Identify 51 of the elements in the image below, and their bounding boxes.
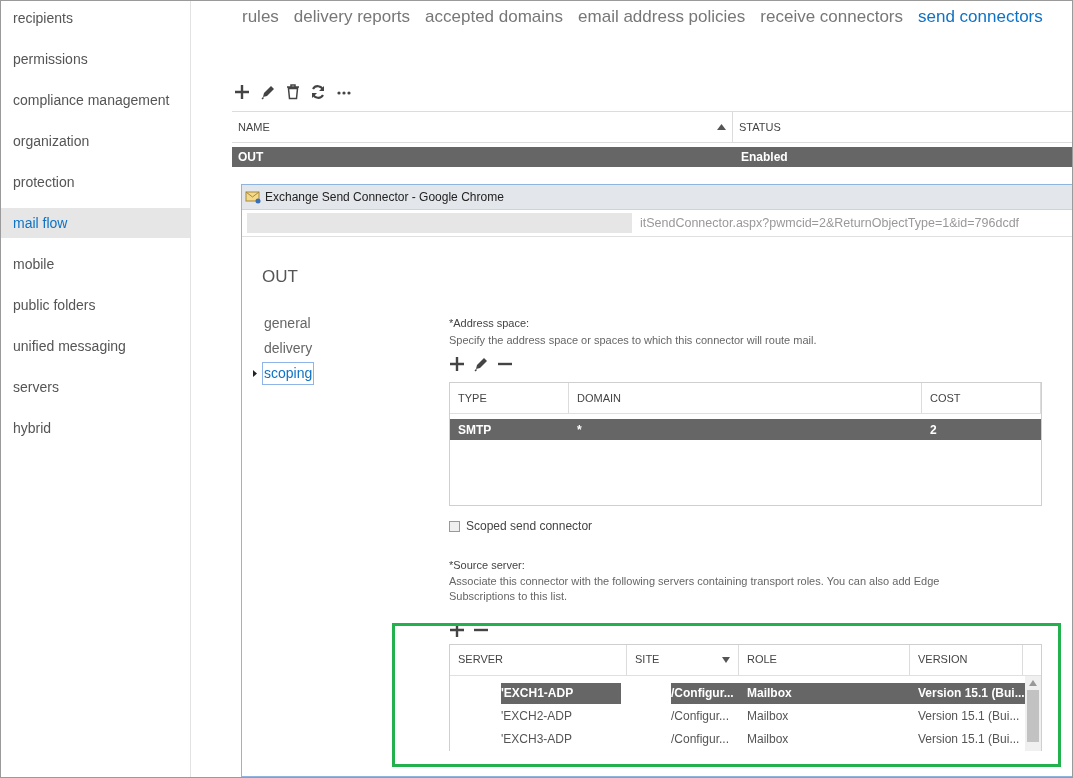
nav-item[interactable]: general xyxy=(262,311,313,335)
column-header[interactable]: NAME xyxy=(232,112,733,142)
section-label: *Address space: xyxy=(449,316,531,331)
caret-icon xyxy=(253,369,257,377)
dropdown-icon[interactable] xyxy=(722,656,730,663)
refresh-icon[interactable] xyxy=(310,84,326,100)
tab[interactable]: receive connectors xyxy=(760,4,903,28)
delete-icon[interactable] xyxy=(286,84,300,100)
sidebar-item[interactable]: unified messaging xyxy=(1,331,190,361)
sidebar-item[interactable]: public folders xyxy=(1,290,190,320)
page-heading: OUT xyxy=(262,266,299,288)
table-row[interactable]: 'EXCH3-ADP /Configur... Mailbox Version 15.1 (Bui... xyxy=(450,727,1025,751)
column-header[interactable]: ROLE xyxy=(739,644,910,675)
column-header[interactable]: VERSION xyxy=(910,644,1023,675)
sidebar-item[interactable]: mail flow xyxy=(1,208,190,238)
column-header[interactable]: COST xyxy=(922,383,1041,413)
column-header[interactable]: TYPE xyxy=(450,383,569,413)
checkbox-label: Scoped send connector xyxy=(466,518,593,535)
window-title: Exchange Send Connector - Google Chrome xyxy=(265,189,504,206)
sidebar-item[interactable]: hybrid xyxy=(1,413,190,443)
nav-item[interactable]: scoping xyxy=(262,361,315,385)
sidebar-item[interactable]: servers xyxy=(1,372,190,402)
envelope-icon xyxy=(245,190,261,204)
tab[interactable]: email address policies xyxy=(578,4,746,28)
column-header[interactable]: SERVER xyxy=(450,644,627,675)
tab[interactable]: rules xyxy=(242,4,279,28)
sidebar-item[interactable]: protection xyxy=(1,167,190,197)
edit-icon[interactable] xyxy=(473,356,489,372)
tab[interactable]: accepted domains xyxy=(425,4,564,28)
column-header[interactable]: DOMAIN xyxy=(569,383,922,413)
section-label: *Source server: xyxy=(449,558,526,573)
tab[interactable]: send connectors xyxy=(918,4,1043,28)
tab[interactable]: delivery reports xyxy=(293,4,411,28)
scrollbar[interactable] xyxy=(1024,675,1041,751)
nav-item[interactable]: delivery xyxy=(262,336,315,360)
add-icon[interactable] xyxy=(449,356,465,372)
sidebar-item[interactable]: mobile xyxy=(1,249,190,279)
sidebar-item[interactable]: recipients xyxy=(1,3,190,33)
table-row[interactable]: OUT Enabled xyxy=(232,147,1072,167)
edit-icon[interactable] xyxy=(260,84,276,100)
checkbox[interactable] xyxy=(449,520,460,532)
column-header[interactable]: STATUS xyxy=(733,112,1072,142)
sidebar-item[interactable]: permissions xyxy=(1,44,190,74)
section-description: Specify the address space or spaces to which this connector will route mail. xyxy=(449,332,818,348)
section-description: Associate this connector with the following servers containing transport roles. You can also add Edge Subscriptions to this list. xyxy=(449,573,941,604)
sidebar-item[interactable]: organization xyxy=(1,126,190,156)
sidebar-item[interactable]: compliance management xyxy=(1,85,190,115)
add-icon[interactable] xyxy=(234,84,250,100)
table-row[interactable]: 'EXCH2-ADP /Configur... Mailbox Version 15.1 (Bui... xyxy=(450,704,1025,728)
column-header[interactable]: SITE xyxy=(627,644,739,675)
table-row[interactable]: SMTP * 2 xyxy=(450,419,1041,440)
